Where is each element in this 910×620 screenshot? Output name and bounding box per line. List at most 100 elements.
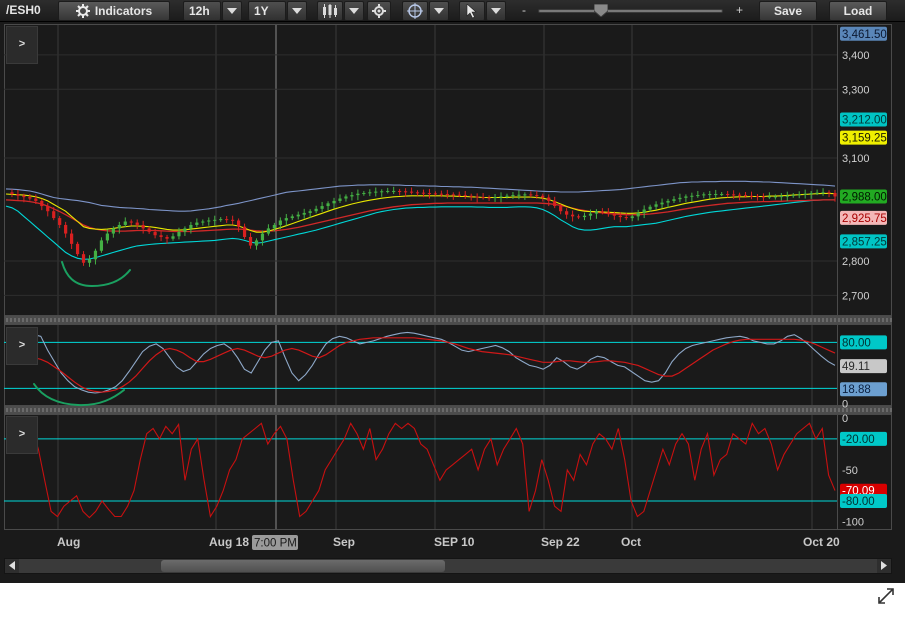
chart-style-dropdown-button[interactable] [344,1,364,21]
time-axis-label: SEP 10 [434,535,475,549]
period-dropdown-button[interactable] [287,1,307,21]
splitter-grip [350,408,352,412]
symbol-label[interactable]: /ESH0 [6,3,41,23]
zoom-slider[interactable] [538,9,723,13]
splitter-grip [350,318,352,322]
expand-williams-panel-button[interactable]: > [6,416,38,454]
cursor-dropdown-button[interactable] [486,1,506,21]
chart-settings-button[interactable] [367,1,391,21]
crosshair-dropdown-button[interactable] [429,1,449,21]
splitter-grip [166,408,168,412]
splitter-grip [386,408,388,412]
splitter-grip [654,318,656,322]
chart-style-button[interactable] [317,1,343,21]
zoom-out-button[interactable]: - [522,3,526,17]
candle-body [773,196,777,198]
chart-canvas[interactable]: 3,400 3,300 3,100 2,800 2,700 3,461.50 3,212.0… [4,24,892,556]
splitter-grip [662,318,664,322]
panel-frame [4,324,892,406]
splitter-grip [522,318,524,322]
horizontal-scrollbar[interactable] [4,558,892,574]
scroll-right-button[interactable] [877,559,891,573]
candle-body [505,195,509,197]
splitter-grip [90,318,92,322]
splitter-grip [182,318,184,322]
splitter-grip [398,318,400,322]
splitter-grip [854,318,856,322]
candle-body [708,194,712,196]
indicators-button[interactable]: Indicators [58,1,170,21]
candle-body [296,214,300,217]
expand-stochastic-panel-button[interactable]: > [6,327,38,365]
interval-dropdown-button[interactable] [222,1,242,21]
splitter-grip [294,318,296,322]
candle-body [260,233,265,241]
cursor-tool-button[interactable] [459,1,485,21]
interval-select[interactable]: 12h [183,1,221,21]
splitter-grip [454,318,456,322]
splitter-grip [750,318,752,322]
splitter-grip [626,318,628,322]
splitter-grip [802,318,804,322]
splitter-grip [194,408,196,412]
splitter-grip [450,318,452,322]
candle-body [75,243,80,255]
price-badge: 3,159.25 [842,133,887,145]
splitter-grip [450,408,452,412]
splitter-grip [186,408,188,412]
load-button[interactable]: Load [829,1,887,21]
zoom-in-button[interactable]: + [736,3,743,17]
splitter-grip [798,408,800,412]
candle-body [40,200,44,207]
resize-window-icon[interactable] [876,586,896,606]
scrollbar-thumb[interactable] [161,560,445,572]
candle-body [242,226,247,237]
splitter-grip [362,408,364,412]
chevron-down-icon [434,8,444,14]
splitter-grip [582,318,584,322]
candle-body [630,216,634,219]
splitter-grip [698,318,700,322]
splitter-grip [794,408,796,412]
save-button[interactable]: Save [759,1,817,21]
splitter-grip [30,318,32,322]
splitter-grip [438,318,440,322]
williams-badge: -20.00 [842,434,875,446]
candle-body [22,195,26,198]
splitter-grip [606,408,608,412]
candle-body [523,194,527,196]
splitter-grip [590,408,592,412]
candle-body [266,228,271,234]
candle-body [576,216,581,218]
splitter-grip [858,408,860,412]
crosshair-button[interactable] [402,1,428,21]
scroll-left-button[interactable] [5,559,19,573]
splitter-grip [774,408,776,412]
splitter-grip [730,318,732,322]
splitter-grip [506,408,508,412]
candle-body [189,224,193,229]
splitter-grip [146,408,148,412]
candle-body [487,197,491,199]
splitter-grip [174,318,176,322]
candle-body [153,231,157,236]
zoom-slider-thumb[interactable] [593,3,609,18]
splitter-grip [682,408,684,412]
splitter-grip [538,408,540,412]
splitter-grip [622,318,624,322]
splitter-grip [554,318,556,322]
splitter-grip [226,408,228,412]
period-select[interactable]: 1Y [248,1,286,21]
chart-area[interactable]: 3,400 3,300 3,100 2,800 2,700 3,461.50 3,212.0… [4,24,892,556]
splitter-grip [238,318,240,322]
splitter-grip [234,408,236,412]
splitter-grip [874,318,876,322]
splitter-grip [362,318,364,322]
splitter-grip [94,408,96,412]
expand-price-panel-button[interactable]: > [6,26,38,64]
splitter-grip [638,408,640,412]
splitter-grip [338,318,340,322]
splitter-grip [770,318,772,322]
williams-tick-label: 0 [842,413,848,425]
candle-body [278,220,282,225]
